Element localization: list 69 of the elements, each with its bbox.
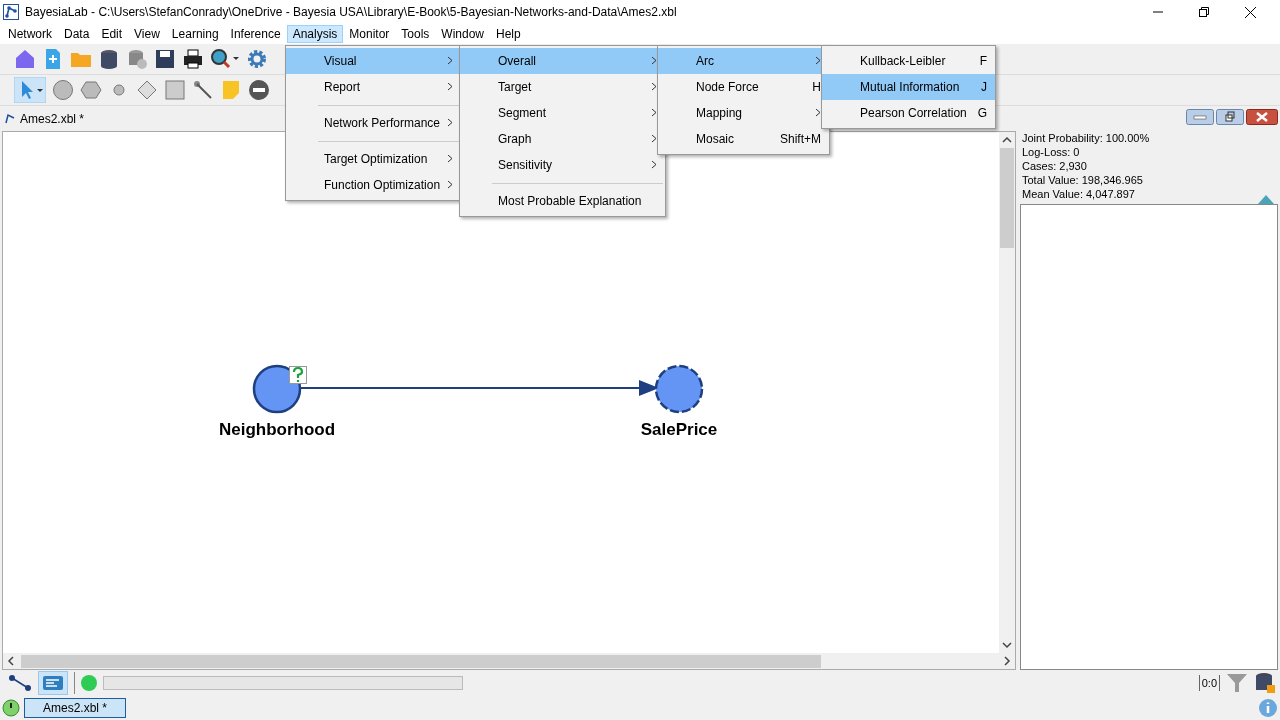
collapse-triangle-icon[interactable] [1258, 195, 1274, 204]
menu-entry[interactable]: Mosaic Shift+M [658, 126, 829, 152]
menu-item[interactable]: Network [2, 25, 58, 43]
minus-circle-icon[interactable] [248, 79, 270, 101]
gear-icon[interactable] [246, 48, 268, 70]
menu-entry[interactable]: Sensitivity [460, 152, 665, 178]
arc-tool-icon[interactable] [8, 672, 32, 694]
stat-text: Mean Value: 4,047.897 [1022, 187, 1135, 201]
menu-item[interactable]: Inference [224, 25, 287, 43]
database-help-icon[interactable] [1254, 672, 1276, 694]
node-circle[interactable] [654, 364, 704, 414]
circle-icon[interactable] [52, 79, 74, 101]
link-icon[interactable] [192, 79, 214, 101]
menu-entry[interactable]: Network Performance [286, 110, 461, 136]
filter-icon[interactable] [1226, 672, 1248, 694]
comment-icon[interactable] [38, 671, 68, 695]
database-sync-icon[interactable] [126, 48, 148, 70]
menu-entry[interactable]: Visual [286, 48, 461, 74]
document-tab[interactable]: Ames2.xbl * [20, 112, 85, 126]
database-icon[interactable] [98, 48, 120, 70]
scrollbar-thumb[interactable] [21, 654, 821, 668]
stat-text: Cases: 2,930 [1022, 159, 1087, 173]
question-badge-icon [289, 366, 307, 384]
menu-entry[interactable]: Target Optimization [286, 146, 461, 172]
scroll-left-icon[interactable] [7, 656, 15, 666]
menu-item[interactable]: Analysis [286, 25, 344, 43]
stat-text: Total Value: 198,346.965 [1022, 173, 1143, 187]
save-icon[interactable] [154, 48, 176, 70]
app-logo-icon [3, 4, 19, 20]
menu-item[interactable]: Learning [165, 25, 225, 43]
scroll-right-icon[interactable] [1003, 656, 1011, 666]
close-icon[interactable] [1245, 6, 1256, 18]
network-icon [4, 113, 16, 125]
node-label: Neighborhood [218, 420, 336, 440]
menu-item[interactable]: Data [58, 25, 96, 43]
home-icon[interactable] [14, 48, 36, 70]
stat-text: Log-Loss: 0 [1022, 145, 1080, 159]
close-button[interactable] [1246, 109, 1278, 125]
stat-text: Joint Probability: 100.00% [1022, 131, 1150, 145]
menu-entry[interactable]: Function Optimization [286, 172, 461, 198]
clock-icon[interactable] [2, 699, 20, 717]
window-title: BayesiaLab - C:\Users\StefanConrady\OneDrive - Bayesia USA\Library\E-Book\5-Bayesian-Networks-and-Data\Ames2.xbl [25, 5, 677, 19]
scroll-down-icon[interactable] [1002, 641, 1012, 649]
node-label: SalePrice [640, 420, 718, 440]
minimize-button[interactable] [1186, 109, 1214, 125]
menu-item[interactable]: Monitor [343, 25, 396, 43]
menu-item[interactable]: Tools [395, 25, 436, 43]
printer-icon[interactable] [182, 48, 204, 70]
menu-entry[interactable]: Most Probable Explanation [460, 188, 665, 214]
hexagon-icon[interactable] [80, 79, 102, 101]
scroll-up-icon[interactable] [1002, 136, 1012, 144]
diamond-icon[interactable] [136, 79, 158, 101]
menu-entry[interactable]: Target [460, 74, 665, 100]
menu-item[interactable]: View [128, 25, 166, 43]
scrollbar-thumb[interactable] [1000, 148, 1014, 248]
restore-icon[interactable] [1199, 7, 1209, 17]
menu-entry[interactable]: Mutual Information J [822, 74, 995, 100]
restore-button[interactable] [1216, 109, 1244, 125]
task-button[interactable]: Ames2.xbl * [24, 698, 127, 718]
menu-item[interactable]: Edit [95, 25, 129, 43]
counter-text: 0:0 [1198, 675, 1220, 691]
menu-entry[interactable]: Report [286, 74, 461, 100]
node-circle[interactable] [252, 364, 302, 414]
menu-item[interactable]: Help [490, 25, 527, 43]
square-icon[interactable] [164, 79, 186, 101]
menu-item[interactable]: Window [435, 25, 491, 43]
status-dot-icon [81, 675, 97, 691]
pointer-icon[interactable] [14, 77, 46, 103]
magnifier-icon[interactable] [210, 48, 240, 70]
